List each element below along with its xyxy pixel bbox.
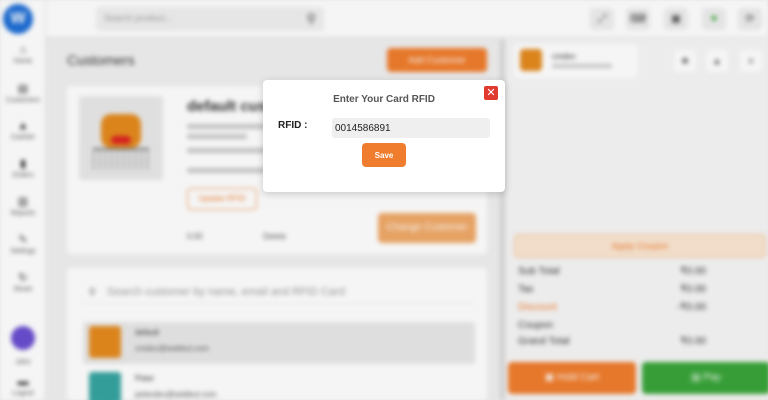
close-icon[interactable]: ✕ [484, 86, 498, 100]
modal-title: Enter Your Card RFID [333, 94, 435, 105]
rfid-modal: Enter Your Card RFID ✕ RFID : Save [263, 80, 505, 192]
rfid-input[interactable] [332, 118, 490, 138]
rfid-field-label: RFID : [278, 120, 308, 131]
modal-backdrop[interactable] [0, 0, 768, 400]
save-button[interactable]: Save [362, 143, 406, 167]
